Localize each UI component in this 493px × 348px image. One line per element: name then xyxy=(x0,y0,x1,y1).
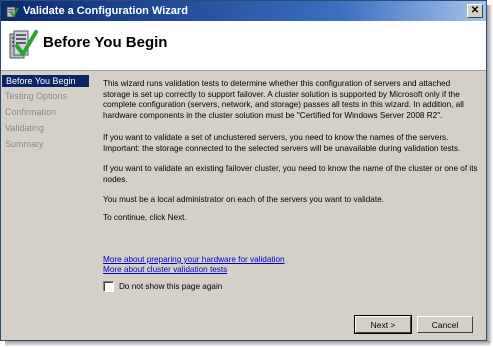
title-bar[interactable]: Validate a Configuration Wizard ✕ xyxy=(1,1,486,21)
dont-show-again-checkbox[interactable] xyxy=(103,281,114,292)
wizard-content: This wizard runs validation tests to det… xyxy=(91,72,486,340)
close-icon[interactable]: ✕ xyxy=(467,4,483,18)
nav-step-testing-options: Testing Options xyxy=(5,91,68,101)
page-heading: Before You Begin xyxy=(43,34,168,51)
existing-cluster-paragraph: If you want to validate an existing fail… xyxy=(103,164,478,184)
admin-requirement-paragraph: You must be a local administrator on eac… xyxy=(103,195,384,204)
validation-checkmark-icon xyxy=(8,28,38,62)
dont-show-again-row[interactable]: Do not show this page again xyxy=(103,281,222,292)
wizard-window: Validate a Configuration Wizard ✕ Before… xyxy=(0,0,487,341)
window-shadow-right xyxy=(487,5,492,343)
wizard-header: Before You Begin xyxy=(1,21,486,71)
nav-step-summary: Summary xyxy=(5,139,44,149)
unclustered-servers-paragraph: If you want to validate a set of unclust… xyxy=(103,133,461,153)
nav-step-validating: Validating xyxy=(5,123,44,133)
cancel-button[interactable]: Cancel xyxy=(417,316,473,333)
nav-step-before-you-begin[interactable]: Before You Begin xyxy=(2,75,89,87)
intro-paragraph: This wizard runs validation tests to det… xyxy=(103,79,464,120)
wizard-app-icon xyxy=(5,4,19,18)
wizard-step-nav: Before You Begin Testing Options Confirm… xyxy=(2,72,89,340)
cluster-validation-tests-link[interactable]: More about cluster validation tests xyxy=(103,265,227,274)
next-button[interactable]: Next > xyxy=(354,315,412,334)
window-title: Validate a Configuration Wizard xyxy=(23,5,188,17)
hardware-validation-link[interactable]: More about preparing your hardware for v… xyxy=(103,255,285,264)
nav-step-confirmation: Confirmation xyxy=(5,107,57,117)
continue-instruction: To continue, click Next. xyxy=(103,213,187,222)
dont-show-again-label[interactable]: Do not show this page again xyxy=(119,282,222,291)
window-shadow-bottom xyxy=(5,341,490,346)
